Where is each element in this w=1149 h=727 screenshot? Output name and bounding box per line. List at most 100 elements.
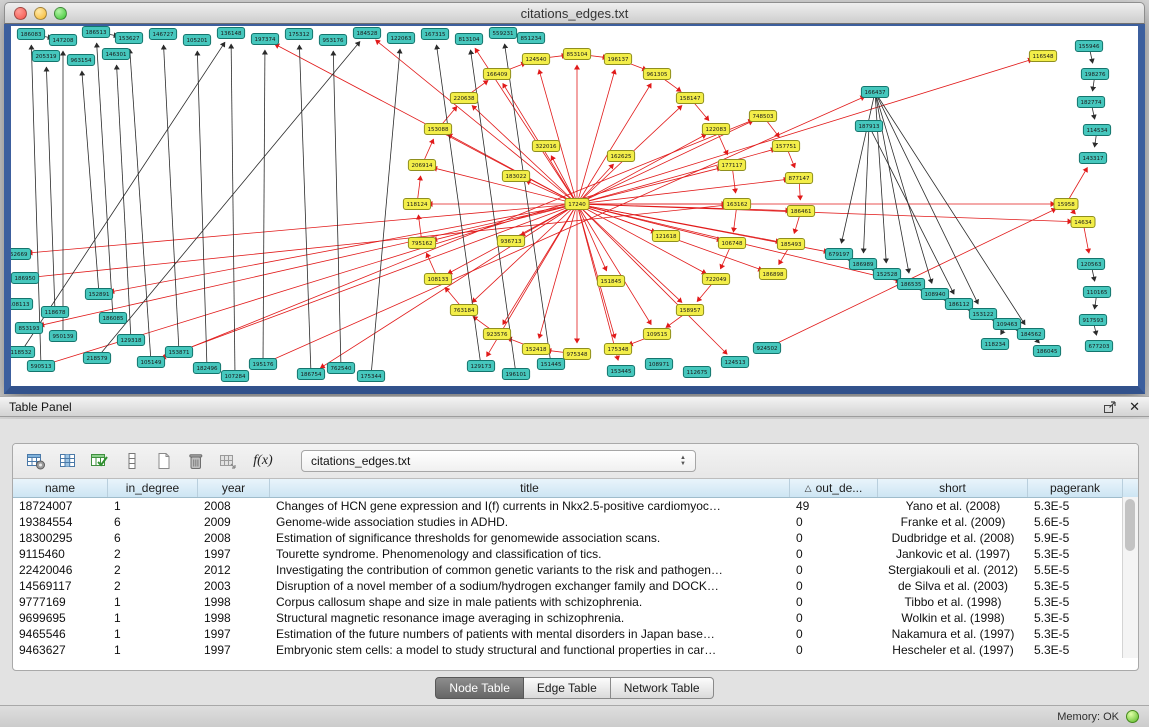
network-node[interactable]: 851234 — [517, 33, 544, 44]
network-node[interactable]: 748503 — [749, 111, 776, 122]
network-node[interactable]: 196137 — [604, 54, 631, 65]
cell-in_degree[interactable]: 1 — [108, 626, 198, 642]
cell-pagerank[interactable]: 5.5E-5 — [1028, 562, 1123, 578]
network-node[interactable]: 114534 — [1083, 125, 1110, 136]
network-node[interactable]: 153445 — [607, 366, 634, 377]
network-node[interactable]: 795162 — [408, 238, 435, 249]
cell-name[interactable]: 18724007 — [13, 498, 108, 514]
citation-edge-black[interactable] — [263, 50, 265, 364]
table-row[interactable]: 1938455462009Genome-wide association stu… — [13, 514, 1138, 530]
citation-edge-red[interactable] — [472, 106, 577, 204]
cell-title[interactable]: Corpus callosum shape and size in male p… — [270, 594, 790, 610]
column-header-in_degree[interactable]: in_degree — [108, 479, 198, 497]
network-node[interactable]: 186513 — [82, 27, 109, 38]
cell-in_degree[interactable]: 6 — [108, 514, 198, 530]
network-node[interactable]: 186754 — [297, 369, 324, 380]
cell-in_degree[interactable]: 1 — [108, 642, 198, 658]
citation-edge-black[interactable] — [164, 45, 179, 352]
network-node[interactable]: 198276 — [1081, 69, 1108, 80]
citation-edge-black[interactable] — [231, 44, 235, 376]
cell-pagerank[interactable]: 5.3E-5 — [1028, 594, 1123, 610]
network-node[interactable]: 763184 — [450, 305, 477, 316]
network-node[interactable]: 155946 — [1075, 41, 1102, 52]
network-node[interactable]: 184562 — [1017, 329, 1044, 340]
network-node[interactable]: 151845 — [597, 276, 624, 287]
table-row[interactable]: 1830029562008Estimation of significance … — [13, 530, 1138, 546]
cell-pagerank[interactable]: 5.3E-5 — [1028, 626, 1123, 642]
citation-edge-red[interactable] — [539, 70, 577, 204]
network-node[interactable]: 182496 — [193, 363, 220, 374]
network-node[interactable]: 105201 — [183, 35, 210, 46]
network-node[interactable]: 322016 — [532, 141, 559, 152]
citation-edge-red[interactable] — [577, 204, 651, 325]
column-header-year[interactable]: year — [198, 479, 270, 497]
citation-edge-black[interactable] — [197, 51, 207, 368]
cell-out_degree[interactable]: 0 — [790, 610, 878, 626]
network-node[interactable]: 186535 — [897, 279, 924, 290]
cell-pagerank[interactable]: 5.9E-5 — [1028, 530, 1123, 546]
network-node[interactable]: 153627 — [115, 33, 142, 44]
network-node[interactable]: 118678 — [41, 307, 68, 318]
cell-year[interactable]: 2012 — [198, 562, 270, 578]
cell-out_degree[interactable]: 0 — [790, 546, 878, 562]
citation-edge-red[interactable] — [577, 83, 651, 204]
network-node[interactable]: 107284 — [221, 371, 248, 382]
network-node[interactable]: 175312 — [285, 29, 312, 40]
delete-icon[interactable] — [185, 449, 207, 473]
close-button[interactable] — [14, 7, 27, 20]
network-node[interactable]: 853104 — [563, 49, 590, 60]
citation-edge-black[interactable] — [333, 51, 341, 368]
network-node[interactable]: 167315 — [421, 29, 448, 40]
table-row[interactable]: 946554611997Estimation of the future num… — [13, 626, 1138, 642]
import-table-icon[interactable] — [217, 449, 239, 473]
citation-edge-red[interactable] — [25, 205, 726, 278]
citation-edge-black[interactable] — [875, 92, 932, 283]
cell-year[interactable]: 1997 — [198, 626, 270, 642]
network-canvas[interactable]: 1724097534815241892357676318410813379516… — [4, 24, 1145, 394]
cell-out_degree[interactable]: 0 — [790, 514, 878, 530]
network-node[interactable]: 185493 — [777, 239, 804, 250]
network-node[interactable]: 108133 — [424, 274, 451, 285]
citation-edge-red[interactable] — [263, 96, 865, 364]
network-node[interactable]: 110165 — [1083, 287, 1110, 298]
network-node[interactable]: 206914 — [408, 160, 435, 171]
cell-out_degree[interactable]: 0 — [790, 594, 878, 610]
network-node[interactable]: 108971 — [645, 359, 672, 370]
cell-title[interactable]: Estimation of the future numbers of pati… — [270, 626, 790, 642]
cell-year[interactable]: 2009 — [198, 514, 270, 530]
network-node[interactable]: 186898 — [759, 269, 786, 280]
network-node[interactable]: 187913 — [855, 121, 882, 132]
network-node[interactable]: 205319 — [32, 51, 59, 62]
column-header-short[interactable]: short — [878, 479, 1028, 497]
table-options-icon[interactable] — [25, 449, 47, 473]
cell-name[interactable]: 18300295 — [13, 530, 108, 546]
cell-short[interactable]: Jankovic et al. (1997) — [878, 546, 1028, 562]
table-row[interactable]: 2242004622012Investigating the contribut… — [13, 562, 1138, 578]
network-node[interactable]: 118124 — [403, 199, 430, 210]
network-node[interactable]: 186950 — [11, 273, 38, 284]
network-node[interactable]: 197374 — [251, 34, 278, 45]
network-node[interactable]: 177117 — [718, 160, 745, 171]
cell-short[interactable]: Stergiakouli et al. (2012) — [878, 562, 1028, 578]
network-node[interactable]: 162625 — [607, 151, 634, 162]
network-node[interactable]: 109515 — [643, 329, 670, 340]
cell-out_degree[interactable]: 49 — [790, 498, 878, 514]
network-node[interactable]: 136148 — [217, 28, 244, 39]
network-node[interactable]: 153122 — [969, 309, 996, 320]
network-node[interactable]: 183022 — [502, 171, 529, 182]
citation-edge-black[interactable] — [97, 41, 360, 358]
cell-pagerank[interactable]: 5.3E-5 — [1028, 578, 1123, 594]
cell-out_degree[interactable]: 0 — [790, 642, 878, 658]
network-node[interactable]: 762540 — [327, 363, 354, 374]
tab-network-table[interactable]: Network Table — [611, 677, 714, 699]
citation-edge-red[interactable] — [110, 204, 577, 292]
network-node[interactable]: 186112 — [945, 299, 972, 310]
tab-node-table[interactable]: Node Table — [435, 677, 524, 699]
column-header-pagerank[interactable]: pagerank — [1028, 479, 1123, 497]
network-node[interactable]: 196101 — [502, 369, 529, 380]
cell-in_degree[interactable]: 1 — [108, 610, 198, 626]
network-node[interactable]: 186461 — [787, 206, 814, 217]
table-row[interactable]: 977716911998Corpus callosum shape and si… — [13, 594, 1138, 610]
network-node[interactable]: 963154 — [67, 55, 94, 66]
cell-name[interactable]: 9777169 — [13, 594, 108, 610]
